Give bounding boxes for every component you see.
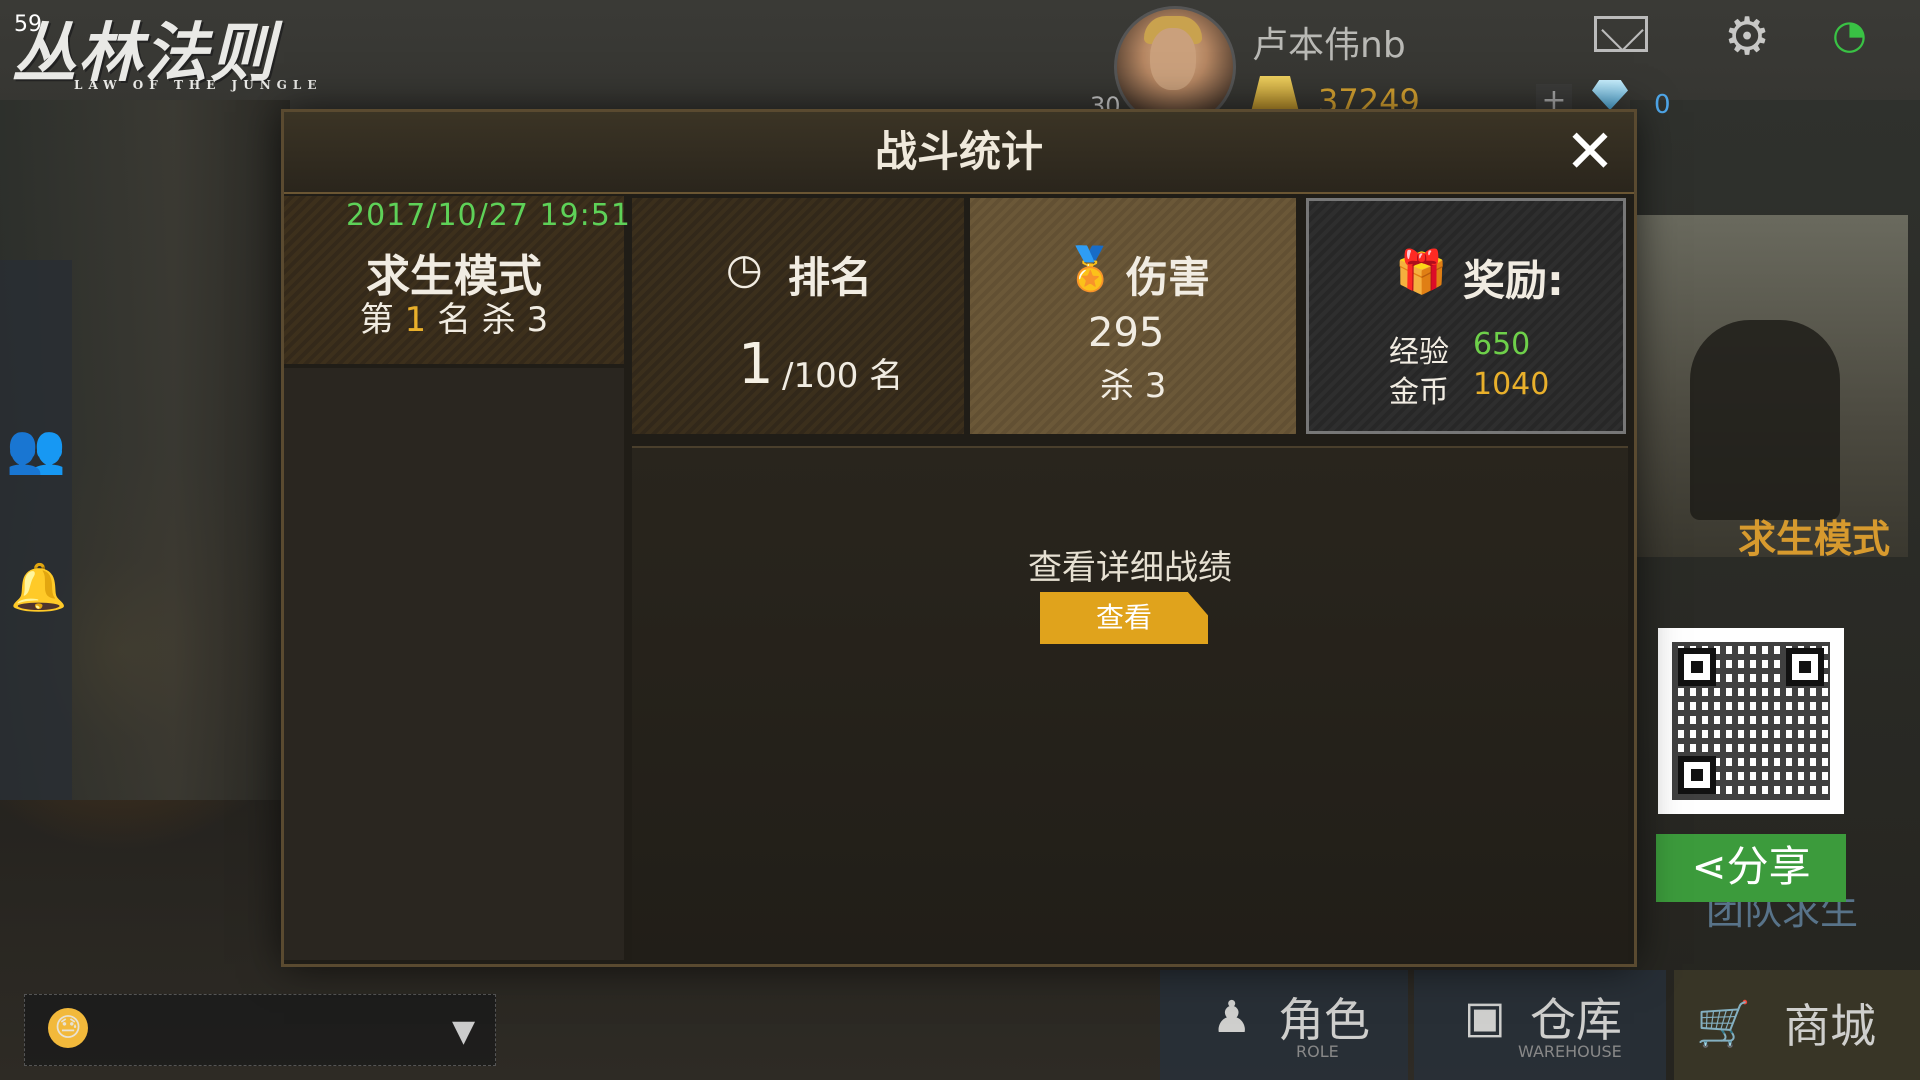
modal-title: 战斗统计 [874, 127, 1043, 176]
gold-reward-value: 1040 [1473, 367, 1550, 402]
nav-shop-label: 商城 [1784, 999, 1876, 1053]
nav-warehouse-label: 仓库 [1530, 993, 1622, 1047]
exp-label: 经验 [1389, 335, 1449, 370]
bell-icon[interactable]: 🔔 [10, 560, 67, 616]
rank-value: 1 [738, 332, 774, 397]
damage-card: 🏅 伤害 295 杀 3 [970, 198, 1296, 434]
damage-value: 295 [1088, 310, 1165, 356]
match-timestamp: 2017/10/27 19:51 [346, 198, 631, 233]
nav-warehouse[interactable]: ▣ 仓库 WAREHOUSE [1414, 970, 1666, 1080]
mail-icon[interactable] [1594, 16, 1648, 52]
emoji-icon[interactable]: 😓 [48, 1008, 88, 1048]
qr-finder [1678, 648, 1716, 686]
soldier-silhouette [1690, 320, 1840, 520]
nav-role[interactable]: ♟ 角色 ROLE [1160, 970, 1408, 1080]
exp-value: 650 [1473, 327, 1531, 362]
friends-icon[interactable]: 👥 [6, 420, 66, 480]
wifi-icon: ◔ [1832, 12, 1867, 58]
match-rank-line: 第 1 名 杀 3 [284, 292, 624, 341]
qr-finder [1678, 756, 1716, 794]
nav-role-sub: ROLE [1296, 1042, 1339, 1061]
gear-icon[interactable]: ⚙ [1722, 11, 1772, 63]
avatar-face [1150, 28, 1196, 90]
damage-kills: 杀 3 [1100, 366, 1167, 406]
rank-card: ◷ 排名 1 /100 名 [632, 198, 964, 434]
nav-warehouse-sub: WAREHOUSE [1518, 1042, 1622, 1061]
promo-mode-label: 求生模式 [1738, 517, 1891, 561]
rank-icon: ◷ [726, 244, 763, 293]
nav-role-label: 角色 [1278, 993, 1370, 1047]
warehouse-icon: ▣ [1464, 992, 1506, 1043]
match-list [284, 368, 624, 960]
rank-number: 1 [404, 300, 427, 340]
share-button[interactable]: ⋖分享 [1656, 834, 1846, 902]
rank-prefix: 第 [359, 300, 394, 340]
detail-text: 查看详细战绩 [1028, 548, 1232, 588]
close-button[interactable]: ✕ [1562, 122, 1618, 182]
medal-icon: 🏅 [1064, 244, 1117, 293]
side-panel [0, 260, 72, 800]
share-icon: ⋖ [1691, 842, 1727, 891]
qr-finder [1786, 648, 1824, 686]
rank-suffix: 名 杀 3 [437, 300, 549, 340]
reward-card-title: 奖励: [1463, 256, 1564, 305]
chevron-down-icon[interactable]: ▼ [452, 1014, 475, 1049]
rank-total: /100 名 [782, 356, 904, 396]
damage-card-title: 伤害 [1126, 253, 1211, 302]
view-details-button[interactable]: 查看 [1040, 592, 1208, 644]
cart-icon: 🛒 [1696, 999, 1751, 1050]
nav-shop[interactable]: 🛒 商城 [1674, 970, 1920, 1080]
gift-icon: 🎁 [1395, 247, 1448, 296]
rank-card-title: 排名 [788, 253, 873, 302]
reward-card: 🎁 奖励: 经验 650 金币 1040 [1306, 198, 1626, 434]
logo-subtitle: LAW OF THE JUNGLE [74, 78, 323, 92]
chat-bar[interactable] [24, 994, 496, 1066]
gold-label: 金币 [1389, 375, 1449, 410]
share-label: 分享 [1726, 842, 1811, 891]
diamond-value: 0 [1654, 90, 1671, 120]
detail-area [632, 446, 1628, 962]
username: 卢本伟nb [1252, 25, 1406, 66]
role-icon: ♟ [1212, 992, 1252, 1043]
